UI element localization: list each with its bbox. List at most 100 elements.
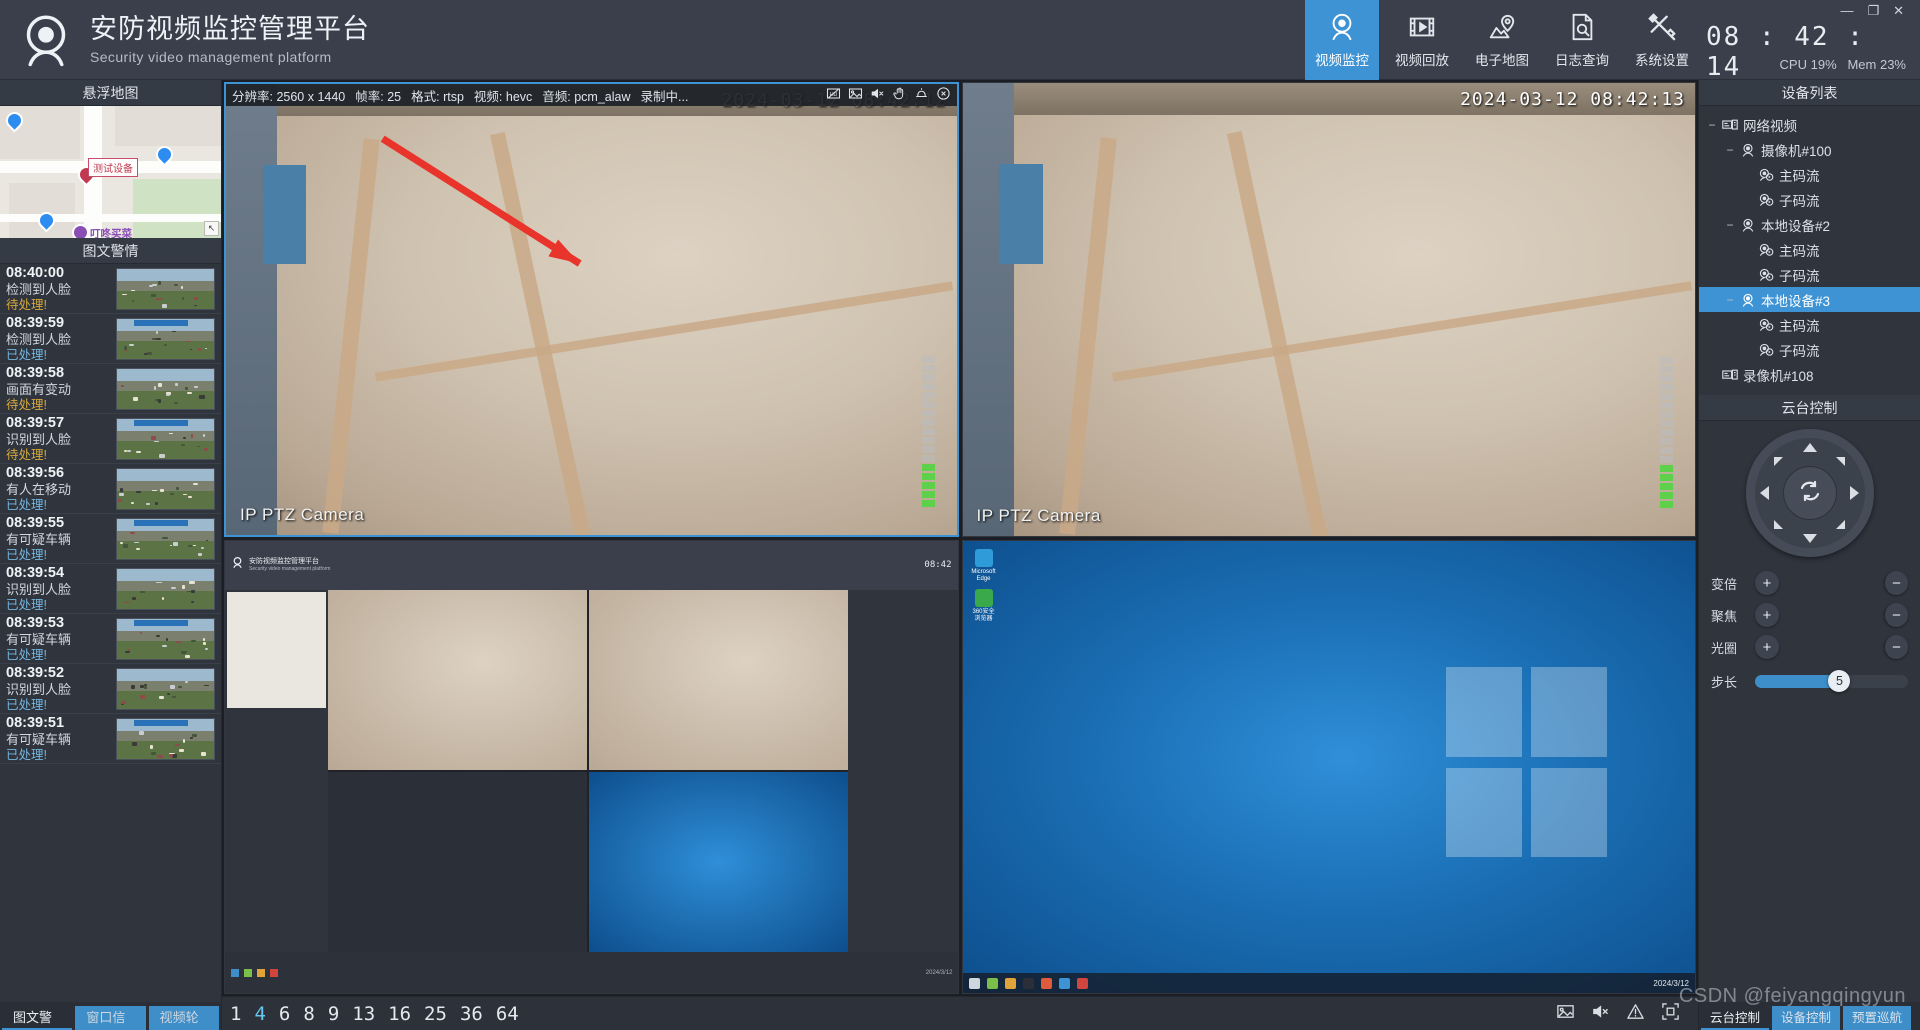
alarm-thumbnail[interactable] — [116, 618, 215, 660]
tree-toggle-icon[interactable] — [1741, 268, 1755, 282]
right-tab-item[interactable]: 预置巡航 — [1843, 1006, 1911, 1030]
device-tree-node[interactable]: 主码流 — [1699, 162, 1920, 187]
alarm-list-item[interactable]: 08:39:55 有可疑车辆 已处理! — [0, 514, 221, 564]
nav-item-video-monitor[interactable]: 视频监控 — [1305, 0, 1379, 80]
alarm-scroll-area[interactable]: 08:40:00 检测到人脸 待处理! 08:39:59 检测到人脸 已处理! … — [0, 264, 221, 1002]
ptz-decrease-button[interactable]: − — [1884, 603, 1908, 627]
video-cell-1[interactable]: 分辨率: 2560 x 1440 帧率: 25 格式: rtsp 视频: hev… — [224, 82, 959, 537]
ptz-down-button[interactable] — [1803, 534, 1817, 543]
nav-item-settings[interactable]: 系统设置 — [1625, 0, 1699, 80]
layout-button-6[interactable]: 6 — [279, 1003, 290, 1025]
tree-toggle-icon[interactable]: − — [1723, 218, 1737, 232]
ptz-down-right-button[interactable] — [1836, 520, 1845, 529]
close-button[interactable]: ✕ — [1893, 4, 1904, 17]
drag-hand-icon[interactable] — [892, 86, 907, 104]
device-tree-node[interactable]: 子码流 — [1699, 187, 1920, 212]
ptz-increase-button[interactable]: + — [1755, 635, 1779, 659]
layout-button-8[interactable]: 8 — [303, 1003, 314, 1025]
mute-icon[interactable] — [1591, 1002, 1610, 1026]
tree-toggle-icon[interactable] — [1741, 243, 1755, 257]
ptz-up-left-button[interactable] — [1774, 457, 1783, 466]
ptz-decrease-button[interactable]: − — [1884, 571, 1908, 595]
taskbar-icon[interactable] — [1023, 978, 1034, 989]
layout-button-25[interactable]: 25 — [424, 1003, 447, 1025]
alarm-list-item[interactable]: 08:40:00 检测到人脸 待处理! — [0, 264, 221, 314]
step-slider-knob[interactable]: 5 — [1828, 670, 1850, 692]
ptz-up-right-button[interactable] — [1836, 457, 1845, 466]
taskbar-icon[interactable] — [987, 978, 998, 989]
alarm-thumbnail[interactable] — [116, 318, 215, 360]
hd-off-icon[interactable]: HD — [826, 86, 841, 104]
alarm-thumbnail[interactable] — [116, 418, 215, 460]
alarm-thumbnail[interactable] — [116, 468, 215, 510]
tree-toggle-icon[interactable]: − — [1723, 143, 1737, 157]
alarm-thumbnail[interactable] — [116, 718, 215, 760]
taskbar-icon[interactable] — [1077, 978, 1088, 989]
alarm-list-item[interactable]: 08:39:56 有人在移动 已处理! — [0, 464, 221, 514]
alarm-list-item[interactable]: 08:39:54 识别到人脸 已处理! — [0, 564, 221, 614]
ptz-joystick[interactable] — [1746, 429, 1874, 557]
device-tree-node[interactable]: 主码流 — [1699, 237, 1920, 262]
ptz-up-button[interactable] — [1803, 443, 1817, 452]
tree-toggle-icon[interactable]: − — [1705, 118, 1719, 132]
taskbar-icon[interactable] — [1005, 978, 1016, 989]
ptz-left-button[interactable] — [1760, 486, 1769, 500]
alarm-thumbnail[interactable] — [116, 518, 215, 560]
alarm-thumbnail[interactable] — [116, 268, 215, 310]
tree-toggle-icon[interactable] — [1741, 193, 1755, 207]
alarm-thumbnail[interactable] — [116, 668, 215, 710]
taskbar-icon[interactable] — [1059, 978, 1070, 989]
ptz-increase-button[interactable]: + — [1755, 571, 1779, 595]
layout-button-36[interactable]: 36 — [460, 1003, 483, 1025]
video-cell-4[interactable]: Microsoft Edge 360安全浏览器 2024/3/12 — [962, 540, 1697, 995]
ptz-increase-button[interactable]: + — [1755, 603, 1779, 627]
ptz-auto-rotate-button[interactable] — [1783, 466, 1837, 520]
warning-icon[interactable] — [1626, 1002, 1645, 1026]
device-tree-node[interactable]: 录像机#108 — [1699, 362, 1920, 387]
device-tree-node[interactable]: − 网络视频 — [1699, 112, 1920, 137]
device-tree-node[interactable]: − 摄像机#100 — [1699, 137, 1920, 162]
tree-toggle-icon[interactable] — [1705, 368, 1719, 382]
layout-button-9[interactable]: 9 — [328, 1003, 339, 1025]
alarm-list-item[interactable]: 08:39:59 检测到人脸 已处理! — [0, 314, 221, 364]
device-tree-node[interactable]: 子码流 — [1699, 337, 1920, 362]
video-cell-3[interactable]: 安防视频监控管理平台 Security video management pla… — [224, 540, 959, 995]
alarm-bell-icon[interactable] — [914, 86, 929, 104]
left-tab-item[interactable]: 视频轮询 — [149, 1006, 219, 1030]
video-cell-2[interactable]: 2024-03-12 08:42:13 IP PTZ Camera — [962, 82, 1697, 537]
alarm-list-item[interactable]: 08:39:51 有可疑车辆 已处理! — [0, 714, 221, 764]
taskbar-icon[interactable] — [1041, 978, 1052, 989]
right-tab-item[interactable]: 设备控制 — [1772, 1006, 1840, 1030]
nav-item-playback[interactable]: 视频回放 — [1385, 0, 1459, 80]
close-circle-icon[interactable] — [936, 86, 951, 104]
device-tree-node[interactable]: 主码流 — [1699, 312, 1920, 337]
start-icon[interactable] — [969, 978, 980, 989]
left-tab-active[interactable]: 图文警情 — [2, 1006, 72, 1030]
device-tree-node[interactable]: − 本地设备#3 — [1699, 287, 1920, 312]
alarm-thumbnail[interactable] — [116, 568, 215, 610]
layout-button-13[interactable]: 13 — [352, 1003, 375, 1025]
tree-toggle-icon[interactable] — [1741, 318, 1755, 332]
layout-button-64[interactable]: 64 — [496, 1003, 519, 1025]
alarm-list-item[interactable]: 08:39:52 识别到人脸 已处理! — [0, 664, 221, 714]
snapshot-icon[interactable] — [848, 86, 863, 104]
device-tree-node[interactable]: − 本地设备#2 — [1699, 212, 1920, 237]
minimize-button[interactable]: — — [1840, 4, 1853, 17]
layout-button-1[interactable]: 1 — [230, 1003, 241, 1025]
snapshot-icon[interactable] — [1556, 1002, 1575, 1026]
nav-item-emap[interactable]: 电子地图 — [1465, 0, 1539, 80]
tree-toggle-icon[interactable] — [1741, 168, 1755, 182]
desktop-icon-edge[interactable]: Microsoft Edge — [971, 549, 997, 583]
step-slider[interactable]: 5 — [1755, 675, 1908, 688]
fullscreen-icon[interactable] — [1661, 1002, 1680, 1026]
alarm-list-item[interactable]: 08:39:58 画面有变动 待处理! — [0, 364, 221, 414]
right-tab-active[interactable]: 云台控制 — [1701, 1006, 1769, 1030]
nav-item-log-query[interactable]: 日志查询 — [1545, 0, 1619, 80]
maximize-button[interactable]: ❐ — [1867, 4, 1879, 17]
alarm-list-item[interactable]: 08:39:53 有可疑车辆 已处理! — [0, 614, 221, 664]
alarm-thumbnail[interactable] — [116, 368, 215, 410]
collapse-arrow-icon[interactable]: ↖ — [204, 221, 219, 236]
layout-button-4[interactable]: 4 — [254, 1003, 265, 1025]
alarm-list-item[interactable]: 08:39:57 识别到人脸 待处理! — [0, 414, 221, 464]
device-tree-node[interactable]: 子码流 — [1699, 262, 1920, 287]
